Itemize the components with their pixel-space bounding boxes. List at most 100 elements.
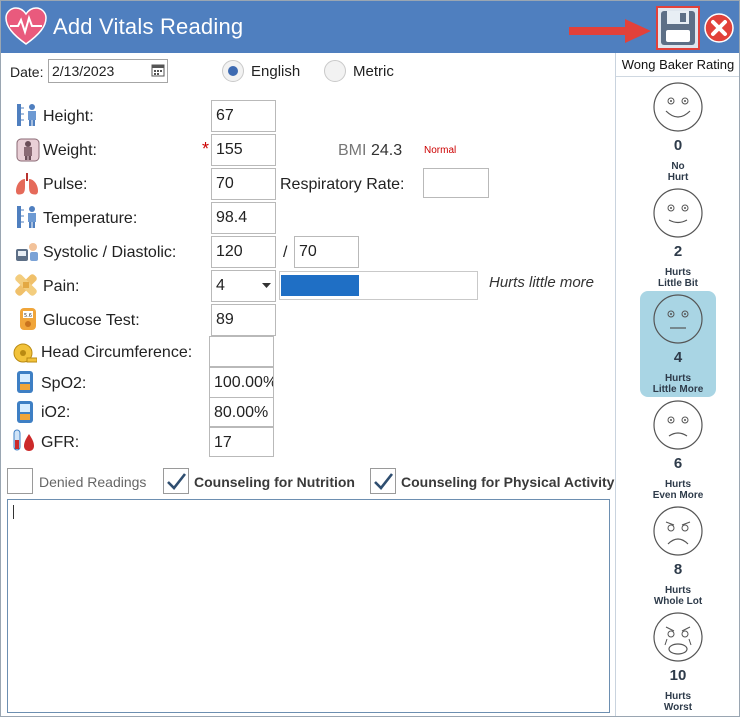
- counseling-nutrition-label: Counseling for Nutrition: [194, 474, 355, 490]
- io2-oximeter-icon: [17, 401, 33, 423]
- face-rating-8[interactable]: 8 Hurts Whole Lot: [640, 503, 716, 609]
- text-caret: [13, 505, 14, 519]
- notes-textarea[interactable]: [7, 499, 610, 713]
- sad-face-icon: [653, 400, 703, 450]
- date-value: 2/13/2023: [52, 63, 115, 79]
- height-value: 67: [216, 107, 234, 124]
- face-rating-0[interactable]: 0 No Hurt: [640, 79, 716, 185]
- glucose-value: 89: [216, 311, 234, 328]
- wong-baker-title: Wong Baker Rating: [616, 57, 739, 77]
- date-field[interactable]: 2/13/2023: [48, 59, 168, 83]
- respiratory-rate-input[interactable]: [423, 168, 489, 198]
- face-caption-2a: Hurts: [664, 267, 692, 278]
- face-caption-0b: Hurt: [667, 172, 689, 183]
- temperature-input[interactable]: 98.4: [211, 202, 276, 234]
- gfr-input[interactable]: 17: [209, 427, 274, 457]
- spo2-input[interactable]: 100.00%: [209, 367, 274, 398]
- height-label: Height:: [43, 108, 94, 125]
- face-score-10: 10: [669, 667, 687, 684]
- face-caption-4a: Hurts: [664, 373, 692, 384]
- pulse-input[interactable]: 70: [211, 168, 276, 200]
- counseling-physical-activity-checkbox[interactable]: [370, 468, 396, 494]
- calendar-icon[interactable]: [151, 63, 165, 77]
- glucose-label: Glucose Test:: [43, 312, 140, 329]
- pain-label: Pain:: [43, 278, 80, 295]
- systolic-input[interactable]: 120: [211, 236, 276, 268]
- denied-readings-checkbox[interactable]: [7, 468, 33, 494]
- pain-level-fill: [281, 275, 359, 296]
- floppy-disk-icon: [661, 11, 695, 45]
- heart-logo-icon: [5, 7, 47, 45]
- blood-pressure-icon: [16, 243, 38, 261]
- face-rating-6[interactable]: 6 Hurts Even More: [640, 397, 716, 503]
- add-vitals-window: Add Vitals Reading Date: 2/13/2023 Engli…: [0, 0, 740, 717]
- temperature-measure-icon: [17, 206, 36, 228]
- crying-face-icon: [653, 612, 703, 662]
- pain-level-bar: [279, 271, 478, 300]
- face-score-0: 0: [673, 137, 683, 154]
- head-circumference-input[interactable]: [209, 336, 274, 367]
- face-caption-10a: Hurts: [664, 691, 692, 702]
- io2-input[interactable]: 80.00%: [209, 397, 274, 427]
- spo2-label: SpO2:: [41, 375, 87, 392]
- lungs-icon: [16, 173, 38, 195]
- weight-required-marker: *: [202, 139, 210, 159]
- english-label: English: [251, 63, 301, 80]
- face-caption-4b: Little More: [652, 384, 704, 395]
- checkmark-icon: [374, 473, 394, 490]
- smiling-face-icon: [653, 82, 703, 132]
- respiratory-rate-label: Respiratory Rate:: [280, 176, 405, 193]
- systolic-value: 120: [216, 243, 243, 260]
- weight-input[interactable]: 155: [211, 134, 276, 166]
- svg-text:5.6: 5.6: [24, 313, 32, 319]
- face-score-4: 4: [673, 349, 683, 366]
- diastolic-value: 70: [299, 243, 317, 260]
- face-rating-10[interactable]: 10 Hurts Worst: [640, 609, 716, 715]
- english-radio[interactable]: [222, 60, 244, 82]
- diastolic-input[interactable]: 70: [294, 236, 359, 268]
- height-input[interactable]: 67: [211, 100, 276, 132]
- test-tube-icon: [13, 429, 34, 451]
- chevron-down-icon: [262, 283, 271, 288]
- weight-value: 155: [216, 141, 243, 158]
- face-score-6: 6: [673, 455, 683, 472]
- metric-radio[interactable]: [324, 60, 346, 82]
- pain-select[interactable]: 4: [211, 270, 276, 302]
- pain-value: 4: [216, 277, 225, 294]
- gfr-value: 17: [214, 434, 232, 451]
- pulse-value: 70: [216, 175, 234, 192]
- temperature-label: Temperature:: [43, 210, 138, 227]
- bp-label: Systolic / Diastolic:: [43, 244, 177, 261]
- spo2-value: 100.00%: [214, 374, 274, 391]
- save-button[interactable]: [656, 6, 700, 50]
- bmi-label: BMI: [338, 142, 367, 159]
- face-caption-10b: Worst: [663, 702, 693, 713]
- face-caption-8b: Whole Lot: [653, 596, 703, 607]
- pulse-oximeter-icon: [17, 371, 33, 393]
- face-rating-2[interactable]: 2 Hurts Little Bit: [640, 185, 716, 291]
- bmi-status: Normal: [424, 145, 457, 156]
- denied-readings-label: Denied Readings: [39, 474, 147, 490]
- glucose-meter-icon: 5.6: [20, 308, 36, 330]
- weight-label: Weight:: [43, 142, 97, 159]
- head-circumference-label: Head Circumference:: [41, 344, 193, 361]
- gfr-label: GFR:: [41, 434, 80, 451]
- face-caption-6b: Even More: [652, 490, 704, 501]
- face-caption-6a: Hurts: [664, 479, 692, 490]
- neutral-face-icon: [653, 294, 703, 344]
- io2-label: iO2:: [41, 404, 71, 421]
- wong-baker-panel: Wong Baker Rating 0 No Hurt 2 Hurts Litt…: [615, 53, 739, 716]
- face-score-2: 2: [673, 243, 683, 260]
- close-button[interactable]: [704, 13, 734, 43]
- counseling-nutrition-checkbox[interactable]: [163, 468, 189, 494]
- face-caption-2b: Little Bit: [658, 278, 698, 289]
- pain-description: Hurts little more: [489, 274, 595, 291]
- face-rating-4[interactable]: 4 Hurts Little More: [640, 291, 716, 397]
- window-title: Add Vitals Reading: [53, 14, 244, 39]
- face-score-8: 8: [673, 561, 683, 578]
- bandage-icon: [15, 274, 37, 296]
- title-bar: Add Vitals Reading: [1, 1, 739, 53]
- glucose-input[interactable]: 89: [211, 304, 276, 336]
- tape-measure-icon: [13, 343, 37, 363]
- face-caption-8a: Hurts: [664, 585, 692, 596]
